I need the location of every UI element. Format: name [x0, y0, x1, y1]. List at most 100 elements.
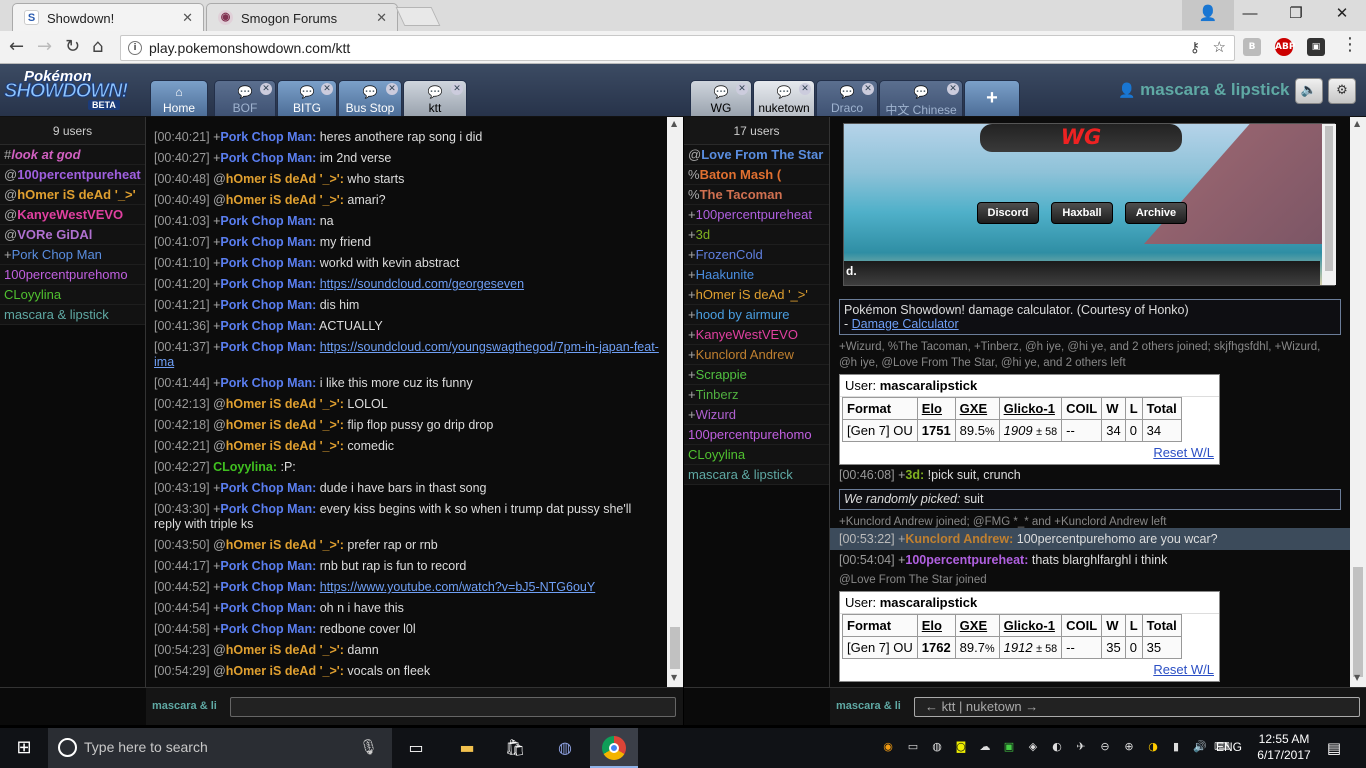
chat-username[interactable]: Pork Chop Man: [220, 622, 316, 636]
tray-app-icon[interactable]: ◑ [1145, 739, 1161, 755]
store-icon[interactable]: 🛍 [503, 736, 527, 760]
new-tab-button[interactable] [395, 7, 441, 26]
chat-input-ktt[interactable] [230, 697, 676, 717]
user-list-item[interactable]: +Wizurd [684, 405, 829, 425]
chat-username[interactable]: hOmer iS deAd '_>': [226, 643, 344, 657]
chat-input-wg[interactable]: ← ktt | nuketown → [914, 697, 1360, 717]
tv-tray-icon[interactable]: ◙ [953, 739, 969, 755]
scroll-down-icon[interactable]: ▼ [1354, 673, 1360, 682]
user-list-item[interactable]: CLoyylina [684, 445, 829, 465]
discord-tray-icon[interactable]: ◍ [929, 739, 945, 755]
chat-username[interactable]: Pork Chop Man: [220, 319, 316, 333]
chat-scrollbar[interactable]: ▲ ▼ [1350, 117, 1366, 687]
browser-tab-showdown[interactable]: S Showdown! ✕ [12, 3, 204, 31]
chat-username[interactable]: Pork Chop Man: [220, 277, 316, 291]
user-list-item[interactable]: +Haakunite [684, 265, 829, 285]
chat-username[interactable]: Pork Chop Man: [220, 298, 316, 312]
chat-username[interactable]: Pork Chop Man: [220, 340, 316, 354]
chat-username[interactable]: Pork Chop Man: [220, 601, 316, 615]
close-tab-icon[interactable]: ✕ [260, 83, 272, 95]
message-link[interactable]: https://www.youtube.com/watch?v=bJ5-NTG6… [320, 580, 595, 594]
chat-username[interactable]: hOmer iS deAd '_>': [226, 418, 344, 432]
add-room-button[interactable]: + [964, 80, 1020, 116]
chat-username[interactable]: Pork Chop Man: [220, 214, 316, 228]
task-view-icon[interactable]: ▭ [404, 736, 428, 760]
user-list-item[interactable]: +KanyeWestVEVO [684, 325, 829, 345]
tray-app-icon[interactable]: ⊕ [1121, 739, 1137, 755]
close-tab-icon[interactable]: ✕ [862, 83, 874, 95]
menu-icon[interactable]: ⋮ [1341, 34, 1359, 55]
user-list-item[interactable]: +3d [684, 225, 829, 245]
minimize-icon[interactable]: — [1227, 0, 1273, 30]
user-list-item[interactable]: @hOmer iS deAd '_>' [0, 185, 145, 205]
maximize-icon[interactable]: ❐ [1273, 0, 1319, 30]
bookmark-star-icon[interactable]: ☆ [1213, 38, 1226, 56]
address-bar[interactable]: i play.pokemonshowdown.com/ktt ⚷ ☆ [120, 35, 1235, 61]
chat-username[interactable]: Pork Chop Man: [220, 481, 316, 495]
chat-username[interactable]: Pork Chop Man: [220, 580, 316, 594]
user-list-item[interactable]: mascara & lipstick [0, 305, 145, 325]
user-list-item[interactable]: @VORe GiDAl [0, 225, 145, 245]
chat-username[interactable]: hOmer iS deAd '_>': [226, 538, 344, 552]
reset-wl-link[interactable]: Reset W/L [1153, 662, 1214, 677]
chat-scrollbar[interactable]: ▲ ▼ [667, 117, 683, 687]
windows-start-icon[interactable]: ⊞ [12, 736, 36, 760]
scroll-up-icon[interactable]: ▲ [1354, 119, 1360, 128]
user-list-item[interactable]: #look at god [0, 145, 145, 165]
chat-username[interactable]: 100percentpureheat: [905, 553, 1028, 567]
username-button[interactable]: 👤 mascara & lipstick [1118, 80, 1289, 100]
tab-chinese[interactable]: ✕ 💬 中文 Chinese [879, 80, 963, 117]
close-tab-icon[interactable]: ✕ [386, 83, 398, 95]
scroll-up-icon[interactable]: ▲ [671, 119, 677, 128]
tab-bof[interactable]: ✕ 💬 BOF [214, 80, 276, 116]
forward-icon[interactable]: → [37, 36, 52, 57]
file-explorer-icon[interactable]: ▬ [455, 736, 479, 760]
chat-username[interactable]: Pork Chop Man: [220, 130, 316, 144]
volume-icon[interactable]: 🔊 [1192, 739, 1208, 755]
damage-calculator-link[interactable]: Damage Calculator [852, 317, 959, 331]
showdown-logo[interactable]: Pokémon SHOWDOWN! BETA [3, 68, 146, 112]
extension-icon[interactable]: ▣ [1307, 38, 1325, 56]
user-list-item[interactable]: +Tinberz [684, 385, 829, 405]
cloud-tray-icon[interactable]: ☁ [977, 739, 993, 755]
tab-bitg[interactable]: ✕ 💬 BITG [277, 80, 337, 116]
scrollbar-thumb[interactable] [1325, 126, 1333, 271]
tab-home[interactable]: ⌂ Home [150, 80, 208, 116]
user-list-item[interactable]: +100percentpureheat [684, 205, 829, 225]
user-list-item[interactable]: 100percentpurehomo [684, 425, 829, 445]
banner-scrollbar[interactable] [1322, 124, 1336, 285]
close-tab-icon[interactable]: ✕ [451, 83, 463, 95]
chat-username[interactable]: hOmer iS deAd '_>': [226, 397, 344, 411]
chat-username[interactable]: Pork Chop Man: [220, 235, 316, 249]
chat-username[interactable]: hOmer iS deAd '_>': [226, 439, 344, 453]
tray-app-icon[interactable]: ▣ [1001, 739, 1017, 755]
clock[interactable]: 12:55 AM 6/17/2017 [1256, 731, 1312, 763]
user-list-item[interactable]: mascara & lipstick [684, 465, 829, 485]
tab-bus-stop[interactable]: ✕ 💬 Bus Stop [338, 80, 402, 116]
tab-nuketown[interactable]: ✕ 💬 nuketown [753, 80, 815, 116]
chat-username[interactable]: Pork Chop Man: [220, 502, 316, 516]
chat-username[interactable]: hOmer iS deAd '_>': [226, 664, 344, 678]
close-window-icon[interactable]: ✕ [1319, 0, 1365, 30]
user-list-item[interactable]: +Kunclord Andrew [684, 345, 829, 365]
battery-tray-icon[interactable]: ▭ [905, 739, 921, 755]
chat-username[interactable]: Pork Chop Man: [220, 559, 316, 573]
user-list-item[interactable]: %Baton Mash ( [684, 165, 829, 185]
scrollbar-thumb[interactable] [670, 627, 680, 669]
close-tab-icon[interactable]: ✕ [182, 10, 193, 26]
tab-draco[interactable]: ✕ 💬 Draco [816, 80, 878, 116]
close-tab-icon[interactable]: ✕ [799, 83, 811, 95]
user-list-item[interactable]: +Scrappie [684, 365, 829, 385]
chat-username[interactable]: hOmer iS deAd '_>': [226, 193, 344, 207]
taskbar-search[interactable]: Type here to search 🎙 [48, 728, 392, 768]
user-list-item[interactable]: %The Tacoman [684, 185, 829, 205]
chat-username[interactable]: hOmer iS deAd '_>': [226, 172, 344, 186]
user-list-item[interactable]: +Pork Chop Man [0, 245, 145, 265]
user-list-item[interactable]: +hood by airmure [684, 305, 829, 325]
options-button[interactable]: ⚙ [1328, 78, 1356, 104]
archive-button[interactable]: Archive [1125, 202, 1187, 224]
user-list-item[interactable]: @Love From The Star [684, 145, 829, 165]
extension-b-icon[interactable]: B [1243, 38, 1261, 56]
user-list-item[interactable]: +hOmer iS deAd '_>' [684, 285, 829, 305]
key-icon[interactable]: ⚷ [1190, 39, 1200, 56]
